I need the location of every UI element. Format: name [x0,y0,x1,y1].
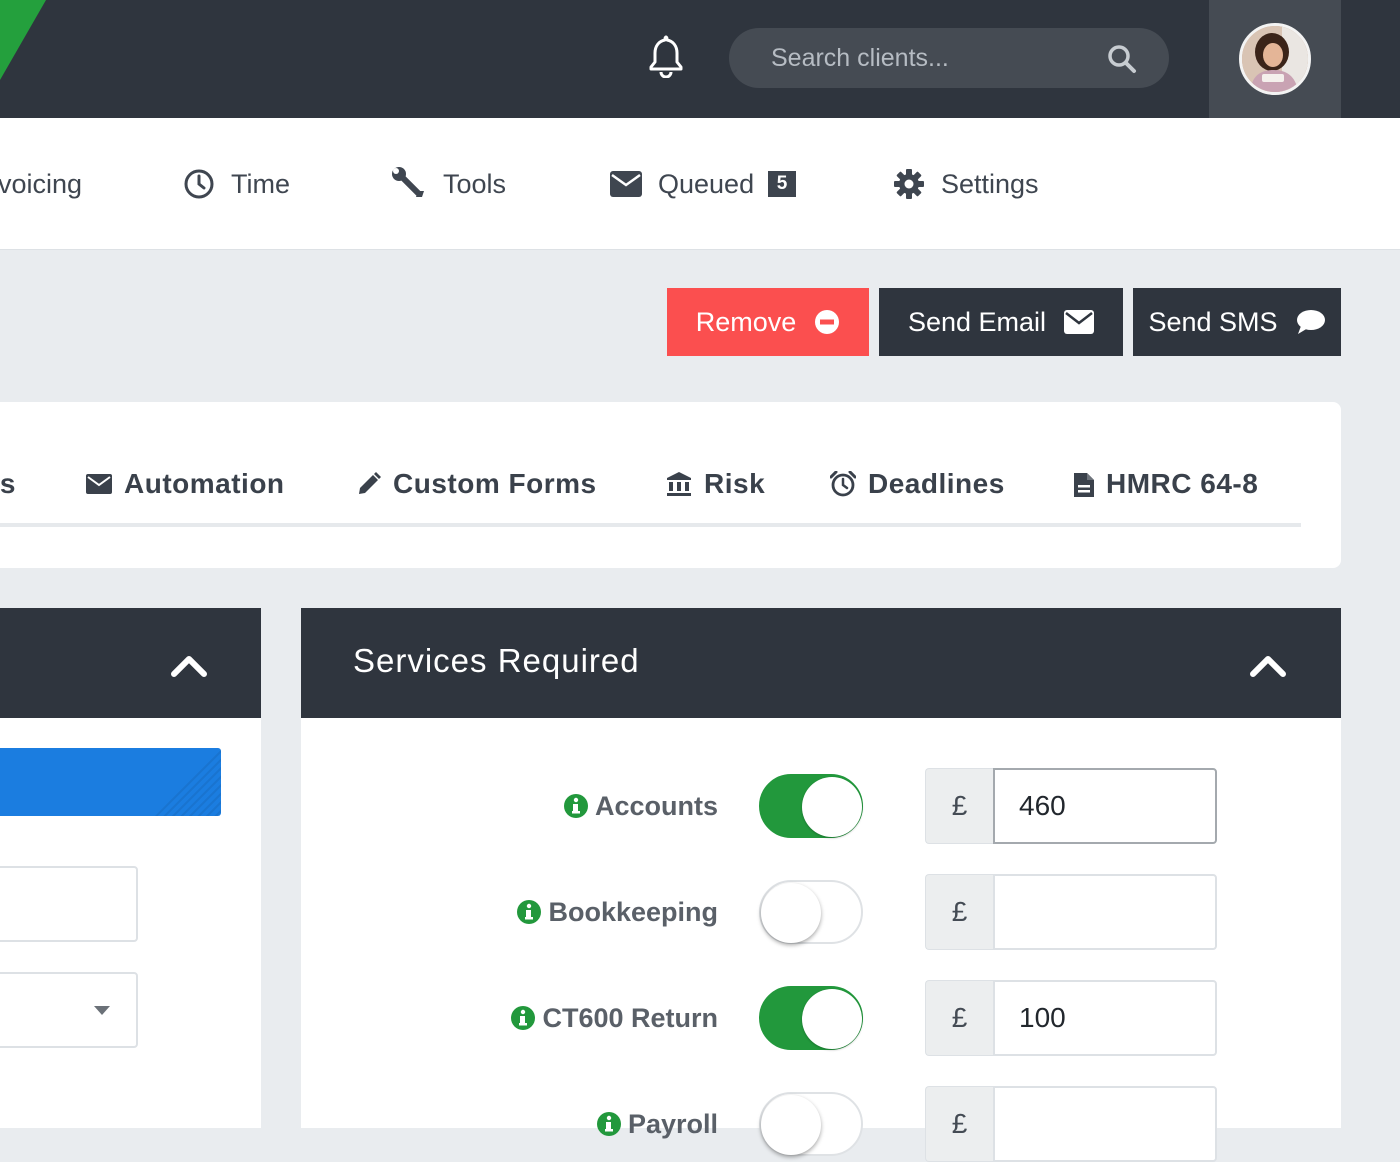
chevron-up-icon[interactable] [169,650,209,680]
info-icon[interactable] [510,1005,536,1031]
wrench-icon [392,167,424,197]
send-sms-button-label: Send SMS [1148,306,1278,337]
client-tabs: ts Automation Custom Forms Risk [0,402,1341,568]
speech-bubble-icon [1296,310,1325,334]
nav-item-queued[interactable]: Queued 5 [610,118,797,250]
decorative-stripes [155,748,221,816]
toggle-knob [761,883,821,943]
queued-count-badge: 5 [768,171,797,197]
left-select-field[interactable] [0,972,138,1048]
document-icon [1074,473,1094,497]
nav-item-tools[interactable]: Tools [391,118,506,250]
main-nav: voicing Time Tools Queued 5 Settings [0,118,1400,250]
envelope-icon [1064,310,1095,334]
nav-item-time[interactable]: Time [183,118,290,250]
info-icon[interactable] [596,1111,622,1137]
accounts-toggle[interactable] [759,774,863,838]
search-icon[interactable] [1107,44,1137,74]
service-row-accounts: Accounts £ [301,768,1341,844]
nav-item-invoicing[interactable]: voicing [0,118,82,250]
payroll-toggle[interactable] [759,1092,863,1156]
service-row-bookkeeping: Bookkeeping £ [301,874,1341,950]
avatar[interactable] [1239,23,1311,95]
info-icon[interactable] [516,899,542,925]
send-email-button[interactable]: Send Email [879,288,1123,356]
chevron-up-icon[interactable] [1248,650,1288,680]
envelope-icon [86,474,112,494]
left-panel [0,608,261,1128]
bookkeeping-fee-input[interactable] [993,874,1217,950]
nav-item-label: Tools [443,168,507,199]
tab-custom-forms[interactable]: Custom Forms [357,462,597,506]
bank-icon [667,472,691,496]
service-label: Payroll [596,1104,718,1144]
clock-icon [184,169,214,199]
left-text-field[interactable] [0,866,138,942]
left-panel-header [0,608,261,718]
services-title: Services Required [353,642,640,679]
toggle-knob [802,989,862,1049]
remove-button-label: Remove [695,306,797,337]
nav-item-settings[interactable]: Settings [893,118,1039,250]
bell-icon[interactable] [646,34,686,79]
alarm-clock-icon [830,471,856,497]
tab-hmrc-64-8[interactable]: HMRC 64-8 [1074,462,1258,506]
ct600-return-toggle[interactable] [759,986,863,1050]
pencil-icon [359,472,381,494]
toggle-knob [761,1095,821,1155]
tabs-underline [0,523,1301,527]
currency-prefix: £ [925,874,993,950]
gear-icon [894,169,924,199]
currency-prefix: £ [925,980,993,1056]
tab-risk[interactable]: Risk [666,462,765,506]
tab-truncated[interactable]: ts [0,462,16,506]
ct600-return-fee-input[interactable] [993,980,1217,1056]
services-panel: Services Required Accounts £ 460 Bookkee… [301,608,1341,1162]
send-sms-button[interactable]: Send SMS [1133,288,1341,356]
accounts-fee-input[interactable] [993,768,1217,844]
user-menu[interactable] [1209,0,1341,118]
nav-item-label: Queued [658,168,755,199]
remove-button[interactable]: Remove [667,288,869,356]
service-row-ct600-return: CT600 Return £ [301,980,1341,1056]
tab-automation[interactable]: Automation [86,462,285,506]
bookkeeping-toggle[interactable] [759,880,863,944]
service-label: Bookkeeping [516,892,718,932]
top-bar [0,0,1400,118]
service-row-payroll: Payroll £ [301,1086,1341,1162]
brand-logo-stripe [0,0,46,80]
info-icon[interactable] [563,793,589,819]
services-panel-header: Services Required [301,608,1341,718]
toggle-knob [802,777,862,837]
primary-action-bar[interactable] [0,748,221,816]
nav-item-label: voicing [0,168,83,199]
service-label: CT600 Return [510,998,718,1038]
payroll-fee-input[interactable] [993,1086,1217,1162]
caret-down-icon [94,1006,110,1015]
tab-deadlines[interactable]: Deadlines [830,462,1005,506]
currency-prefix: £ [925,768,993,844]
send-email-button-label: Send Email [907,306,1047,337]
nav-item-label: Settings [941,168,1039,199]
nav-item-label: Time [231,168,290,199]
search-input[interactable] [769,28,1109,88]
minus-circle-icon [815,310,840,334]
search-box [729,28,1169,88]
service-label: Accounts [563,786,718,826]
envelope-icon [610,171,642,197]
currency-prefix: £ [925,1086,993,1162]
